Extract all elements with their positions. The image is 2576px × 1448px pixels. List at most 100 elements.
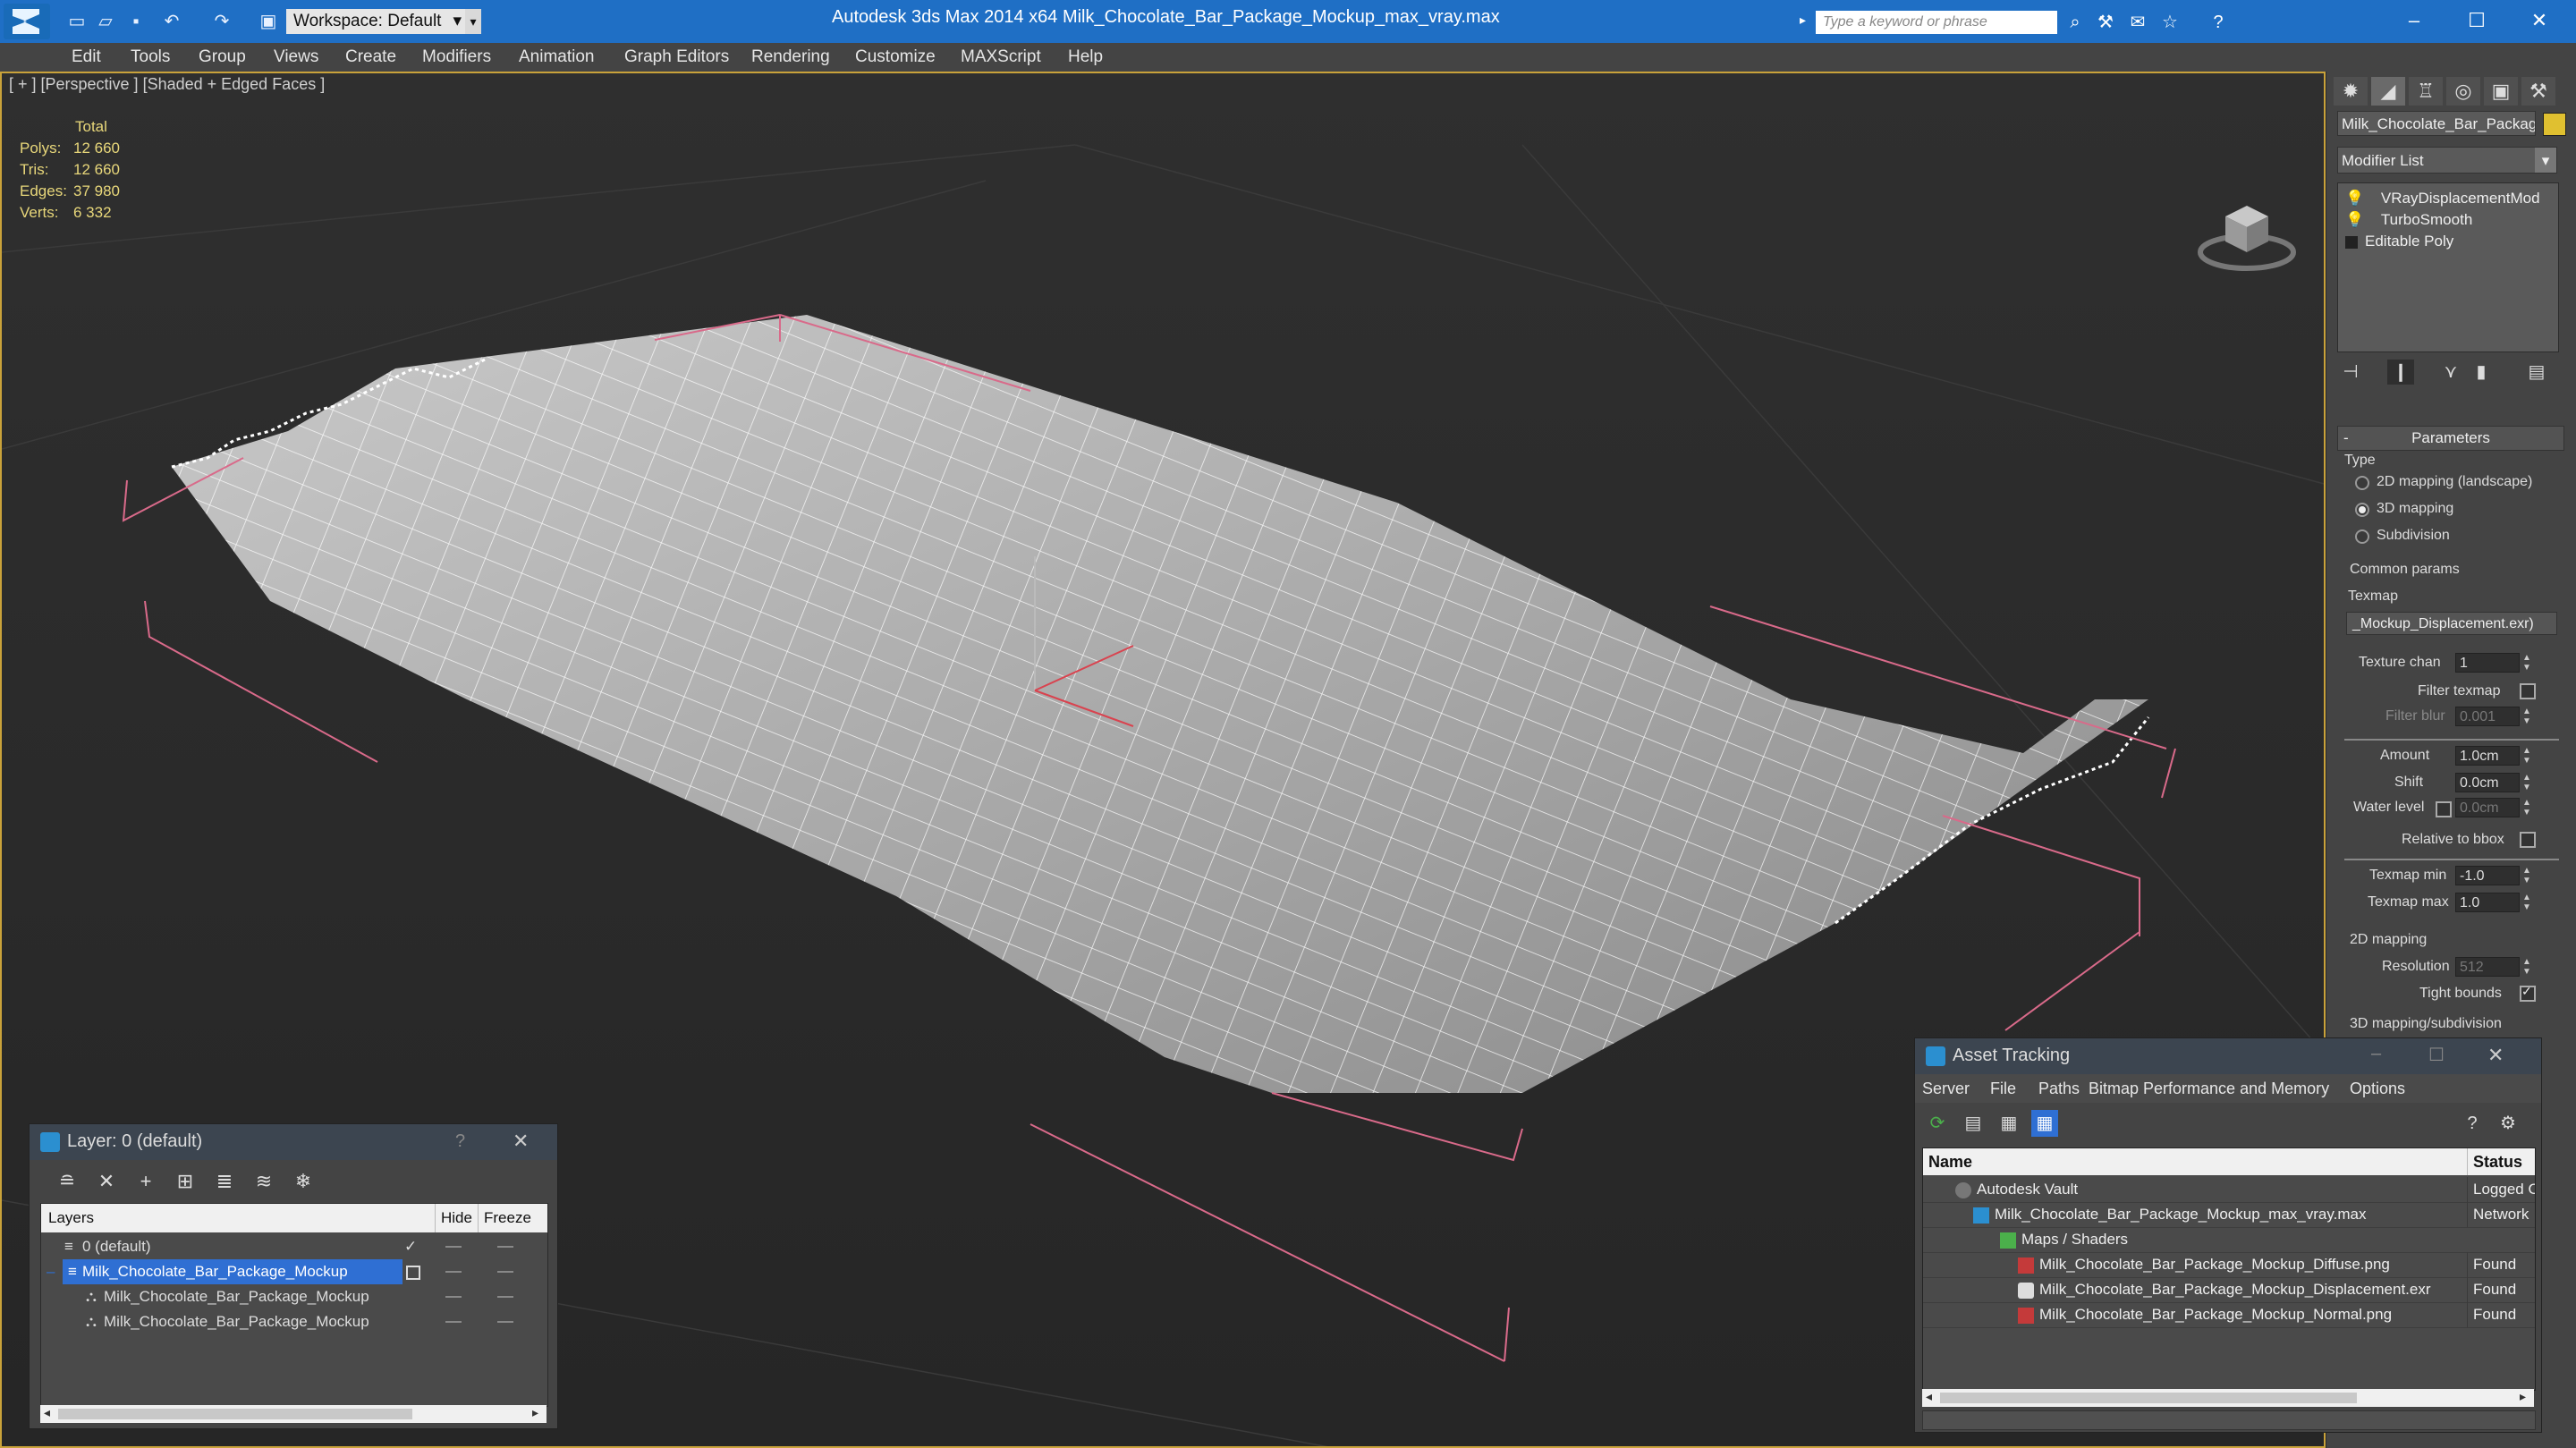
texmap-button[interactable]: _Mockup_Displacement.exr) xyxy=(2346,612,2557,635)
expand-box-icon[interactable] xyxy=(2345,235,2358,249)
maximize-icon[interactable]: ☐ xyxy=(2445,5,2508,36)
tight-bounds-checkbox[interactable] xyxy=(2520,984,2536,1002)
close-icon[interactable]: ✕ xyxy=(2487,1044,2504,1067)
asset-horizontal-scrollbar[interactable]: ◂ ▸ xyxy=(1922,1389,2534,1407)
redo-icon[interactable]: ↷ xyxy=(209,9,234,34)
stack-item-editable-poly[interactable]: Editable Poly xyxy=(2345,232,2453,251)
spinner-arrows-icon[interactable]: ▲ ▼ xyxy=(2521,957,2532,977)
scroll-left-icon[interactable]: ◂ xyxy=(44,1405,50,1420)
scroll-left-icon[interactable]: ◂ xyxy=(1926,1389,1932,1404)
motion-tab-icon[interactable]: ◎ xyxy=(2446,77,2480,106)
hierarchy-tab-icon[interactable]: ♖ xyxy=(2409,77,2443,106)
settings-icon[interactable]: ⚙ xyxy=(2495,1110,2521,1137)
project-folder-icon[interactable]: ▣ xyxy=(256,9,281,34)
utilities-tab-icon[interactable]: ⚒ xyxy=(2521,77,2555,106)
layer-object-row[interactable]: ⛬ Milk_Chocolate_Bar_Package_Mockup xyxy=(41,1309,547,1334)
freeze-toggle[interactable] xyxy=(497,1296,513,1298)
binoculars-icon[interactable]: ⌕ xyxy=(2063,11,2088,34)
help-icon[interactable]: ? xyxy=(2459,1110,2486,1137)
new-file-icon[interactable]: ▭ xyxy=(64,9,89,34)
layer-row[interactable]: ≡ 0 (default) ✓ xyxy=(41,1234,547,1259)
water-level-checkbox[interactable] xyxy=(2436,801,2452,817)
texture-chan-spinner[interactable]: 1 xyxy=(2455,653,2520,673)
viewcube[interactable] xyxy=(2193,181,2301,279)
column-layers[interactable]: Layers xyxy=(48,1204,94,1232)
asset-menu-bitmap-performance[interactable]: Bitmap Performance and Memory xyxy=(2089,1074,2329,1103)
collapse-icon[interactable]: – xyxy=(47,1259,55,1284)
asset-dialog-titlebar[interactable]: Asset Tracking – ☐ ✕ xyxy=(1915,1038,2541,1074)
asset-menu-server[interactable]: Server xyxy=(1922,1074,1970,1103)
object-color-swatch[interactable] xyxy=(2543,113,2566,136)
resolution-spinner[interactable]: 512 xyxy=(2455,957,2520,977)
spinner-arrows-icon[interactable]: ▲ ▼ xyxy=(2521,653,2532,673)
scroll-right-icon[interactable]: ▸ xyxy=(2520,1389,2526,1404)
help-button[interactable]: ? xyxy=(2206,11,2231,34)
freeze-toggle[interactable] xyxy=(497,1246,513,1248)
make-unique-icon[interactable]: ⋎ xyxy=(2437,360,2464,385)
lightbulb-icon[interactable]: 💡 xyxy=(2345,190,2364,207)
spinner-arrows-icon[interactable]: ▲ ▼ xyxy=(2521,866,2532,885)
display-tab-icon[interactable]: ▣ xyxy=(2484,77,2518,106)
close-icon[interactable]: ✕ xyxy=(513,1130,529,1153)
workspace-menu-button[interactable]: ▾ xyxy=(465,9,481,34)
subscription-icon[interactable]: ⚒ xyxy=(2093,11,2118,34)
texmap-max-spinner[interactable]: 1.0 xyxy=(2455,893,2520,912)
asset-menu-paths[interactable]: Paths xyxy=(2038,1074,2080,1103)
create-layer-icon[interactable]: ≘ xyxy=(49,1167,85,1196)
minimize-icon[interactable]: – xyxy=(2383,5,2445,36)
stack-item-turbosmooth[interactable]: 💡 TurboSmooth xyxy=(2345,210,2472,230)
radio-3d-mapping[interactable] xyxy=(2355,503,2369,517)
menu-create[interactable]: Create xyxy=(345,43,396,72)
open-file-icon[interactable]: ▱ xyxy=(93,9,118,34)
help-button[interactable]: ? xyxy=(455,1131,465,1152)
menu-edit[interactable]: Edit xyxy=(72,43,101,72)
modify-tab-icon[interactable]: ◢ xyxy=(2371,77,2405,106)
asset-row[interactable]: Maps / Shaders xyxy=(1923,1227,2535,1253)
maximize-icon[interactable]: ☐ xyxy=(2428,1044,2445,1066)
relative-to-bbox-checkbox[interactable] xyxy=(2520,832,2536,848)
show-end-result-icon[interactable]: ❙ xyxy=(2387,360,2414,385)
radio-2d-mapping[interactable] xyxy=(2355,476,2369,490)
spinner-arrows-icon[interactable]: ▲ ▼ xyxy=(2521,773,2532,792)
column-status[interactable]: Status xyxy=(2467,1148,2535,1175)
favorites-star-icon[interactable]: ☆ xyxy=(2157,11,2182,34)
search-input[interactable]: Type a keyword or phrase xyxy=(1816,11,2057,34)
refresh-icon[interactable]: ⟳ xyxy=(1924,1110,1951,1137)
save-file-icon[interactable]: ▪ xyxy=(123,9,148,34)
hide-toggle[interactable] xyxy=(445,1296,462,1298)
menu-graph-editors[interactable]: Graph Editors xyxy=(624,43,729,72)
asset-row[interactable]: Milk_Chocolate_Bar_Package_Mockup_Diffus… xyxy=(1923,1252,2535,1278)
freeze-toggle[interactable] xyxy=(497,1321,513,1323)
menu-help[interactable]: Help xyxy=(1068,43,1103,72)
delete-layer-icon[interactable]: ✕ xyxy=(89,1167,124,1196)
search-expand-icon[interactable]: ▸ xyxy=(1800,13,1814,32)
menu-views[interactable]: Views xyxy=(274,43,318,72)
menu-modifiers[interactable]: Modifiers xyxy=(422,43,491,72)
menu-rendering[interactable]: Rendering xyxy=(751,43,830,72)
spinner-arrows-icon[interactable]: ▲ ▼ xyxy=(2521,707,2532,726)
hide-toggle[interactable] xyxy=(445,1321,462,1323)
highlight-layer-icon[interactable]: ≣ xyxy=(207,1167,242,1196)
freeze-all-layers-icon[interactable]: ❄ xyxy=(285,1167,321,1196)
filter-texmap-checkbox[interactable] xyxy=(2520,683,2536,699)
add-to-layer-icon[interactable]: + xyxy=(128,1167,164,1196)
object-name-field[interactable]: Milk_Chocolate_Bar_Package xyxy=(2337,111,2536,136)
hide-toggle[interactable] xyxy=(445,1246,462,1248)
amount-spinner[interactable]: 1.0cm xyxy=(2455,746,2520,766)
active-checkmark-icon[interactable]: ✓ xyxy=(404,1234,417,1259)
asset-row[interactable]: Autodesk Vault Logged O xyxy=(1923,1177,2535,1203)
asset-row[interactable]: Milk_Chocolate_Bar_Package_Mockup_max_vr… xyxy=(1923,1202,2535,1228)
list-view-icon[interactable]: ▤ xyxy=(1960,1110,1987,1137)
texmap-min-spinner[interactable]: -1.0 xyxy=(2455,866,2520,885)
hide-all-layers-icon[interactable]: ≋ xyxy=(246,1167,282,1196)
table-view-icon[interactable]: ▦ xyxy=(1996,1110,2022,1137)
water-level-spinner[interactable]: 0.0cm xyxy=(2455,798,2520,817)
minimize-icon[interactable]: – xyxy=(2371,1044,2381,1064)
scrollbar-thumb[interactable] xyxy=(58,1409,412,1419)
filter-blur-spinner[interactable]: 0.001 xyxy=(2455,707,2520,726)
create-tab-icon[interactable]: ✹ xyxy=(2334,77,2368,106)
stack-item-vraydisplacementmod[interactable]: 💡 VRayDisplacementMod xyxy=(2345,189,2540,208)
set-active-checkbox[interactable] xyxy=(406,1266,420,1280)
spinner-arrows-icon[interactable]: ▲ ▼ xyxy=(2521,798,2532,817)
parameters-rollout-header[interactable]: - Parameters xyxy=(2337,426,2564,451)
